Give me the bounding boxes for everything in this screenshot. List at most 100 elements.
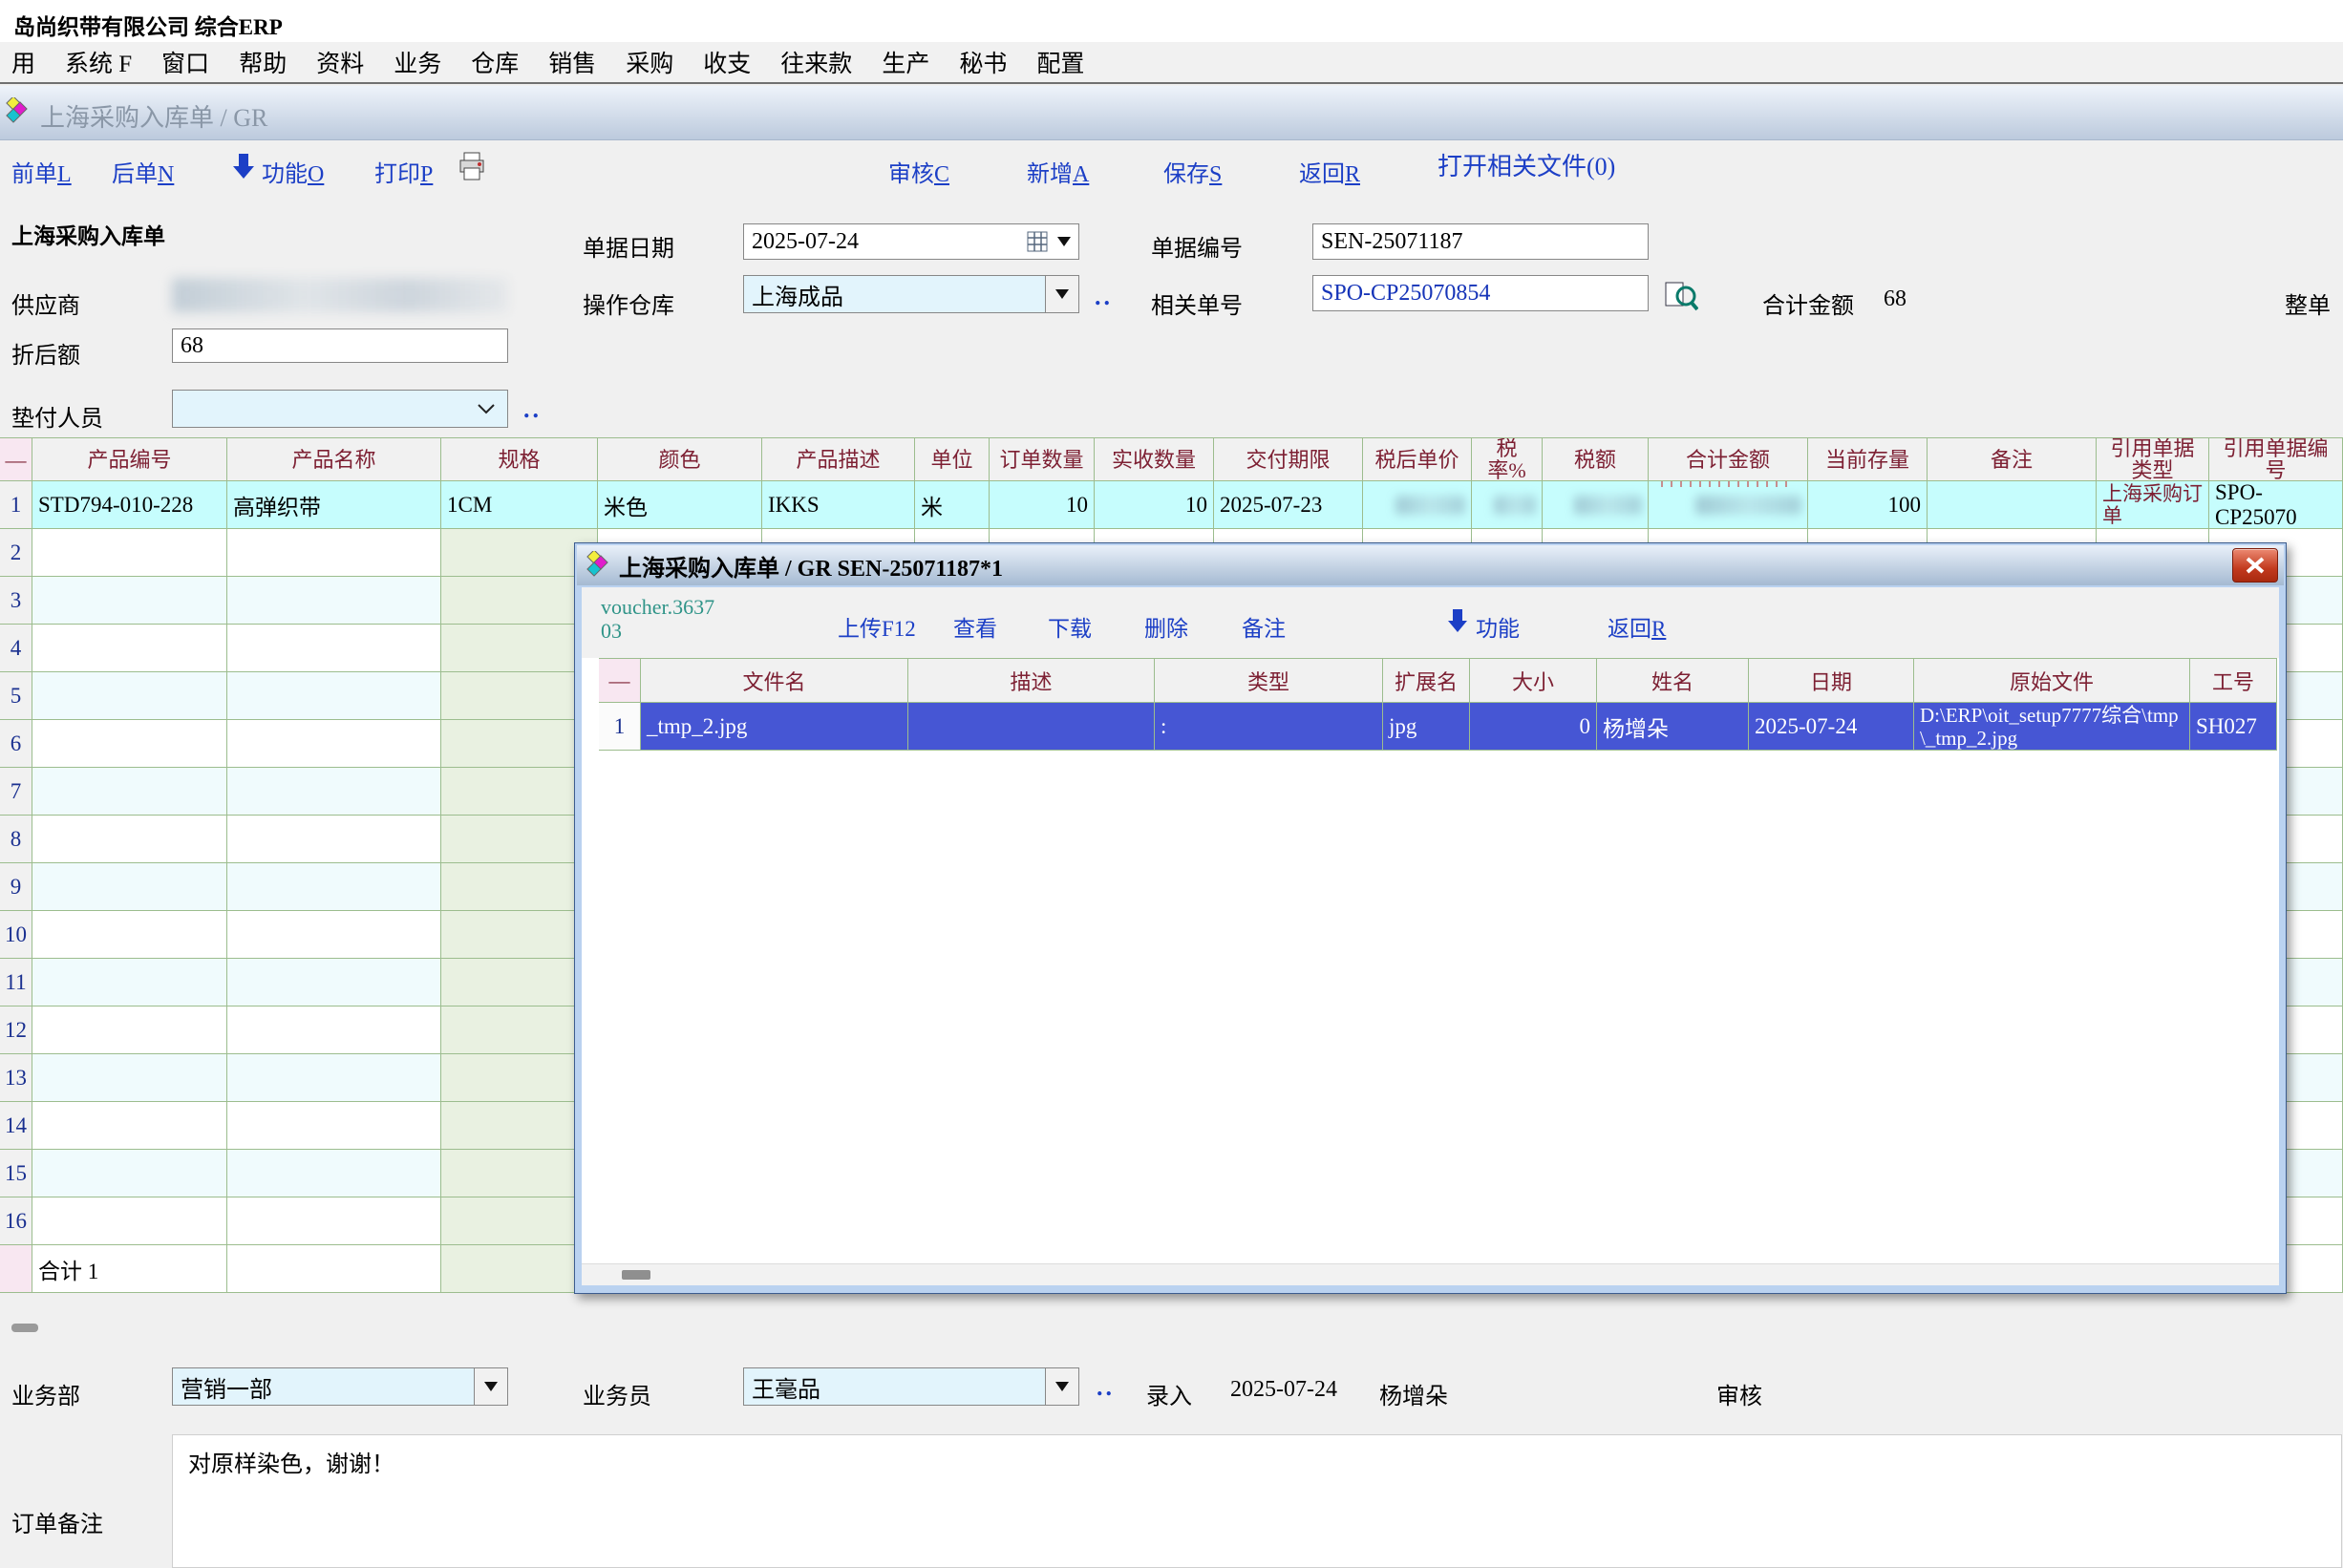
dialog-close-button[interactable] — [2232, 548, 2278, 583]
cell-price-redacted[interactable] — [1363, 481, 1472, 529]
grid-header-desc[interactable]: 产品描述 — [762, 437, 915, 481]
grid-cell[interactable] — [227, 1150, 441, 1197]
delete-button[interactable]: 删除 — [1144, 610, 1188, 643]
grid-cell[interactable] — [32, 1197, 227, 1245]
attach-header-size[interactable]: 大小 — [1470, 658, 1597, 703]
grid-cell[interactable] — [227, 959, 441, 1006]
menu-item-window[interactable]: 窗口 — [161, 45, 209, 79]
menu-item-accounts[interactable]: 往来款 — [780, 45, 852, 79]
advance-person-dropdown-button[interactable] — [465, 391, 507, 427]
cell-spec[interactable]: 1CM — [441, 481, 598, 529]
grid-cell[interactable] — [32, 863, 227, 911]
grid-cell[interactable] — [32, 577, 227, 625]
attachment-row[interactable]: 1 _tmp_2.jpg : jpg 0 杨增朵 2025-07-24 D:\E… — [599, 703, 2277, 751]
row-number-cell[interactable]: 9 — [0, 863, 32, 911]
menu-item-warehouse[interactable]: 仓库 — [471, 45, 519, 79]
cell-amount-redacted[interactable] — [1649, 481, 1808, 529]
grid-header-stock[interactable]: 当前存量 — [1808, 437, 1928, 481]
grid-cell[interactable] — [227, 863, 441, 911]
grid-cell[interactable] — [227, 768, 441, 816]
row-number-cell[interactable]: 13 — [0, 1054, 32, 1102]
attach-header-file-name[interactable]: 文件名 — [641, 658, 908, 703]
grid-cell[interactable] — [32, 768, 227, 816]
grid-header-tax-rate[interactable]: 税率% — [1472, 437, 1543, 481]
cell-product-name[interactable]: 高弹织带 — [227, 481, 441, 529]
menu-item-purchase[interactable]: 采购 — [626, 45, 673, 79]
prev-doc-button[interactable]: 前单L — [11, 155, 72, 188]
search-related-icon[interactable] — [1664, 279, 1698, 311]
grid-cell[interactable] — [32, 816, 227, 863]
cell-remark[interactable] — [1928, 481, 2097, 529]
row-number-cell[interactable]: 14 — [0, 1102, 32, 1150]
add-button[interactable]: 新增A — [1027, 155, 1089, 188]
calendar-icon[interactable] — [1027, 231, 1048, 252]
dialog-titlebar[interactable]: 上海采购入库单 / GR SEN-25071187*1 — [577, 545, 2284, 585]
grid-cell[interactable] — [227, 1006, 441, 1054]
row-number-cell[interactable]: 2 — [0, 529, 32, 577]
grid-cell[interactable] — [32, 1054, 227, 1102]
attach-ext[interactable]: jpg — [1383, 703, 1470, 751]
download-button[interactable]: 下载 — [1048, 610, 1092, 643]
scrollbar-thumb[interactable] — [622, 1270, 650, 1280]
save-button[interactable]: 保存S — [1163, 155, 1222, 188]
dialog-horizontal-scrollbar[interactable] — [582, 1263, 2279, 1285]
cell-desc[interactable]: IKKS — [762, 481, 915, 529]
grid-header-received-qty[interactable]: 实收数量 — [1095, 437, 1214, 481]
warehouse-combobox[interactable]: 上海成品 — [743, 275, 1079, 313]
menu-item-sales[interactable]: 销售 — [548, 45, 596, 79]
cell-delivery-date[interactable]: 2025-07-23 — [1214, 481, 1363, 529]
grid-cell[interactable] — [227, 911, 441, 959]
dialog-back-button[interactable]: 返回R — [1608, 610, 1666, 643]
splitter-handle[interactable] — [11, 1324, 38, 1332]
grid-cell[interactable] — [32, 625, 227, 672]
warehouse-lookup-button[interactable]: .. — [1095, 283, 1113, 311]
dialog-function-button[interactable]: 功能 — [1476, 610, 1520, 643]
menu-item-secretary[interactable]: 秘书 — [959, 45, 1007, 79]
grid-cell[interactable] — [227, 672, 441, 720]
menu-item-business[interactable]: 业务 — [394, 45, 441, 79]
row-number-cell[interactable]: 8 — [0, 816, 32, 863]
cell-color[interactable]: 米色 — [598, 481, 762, 529]
grid-header-color[interactable]: 颜色 — [598, 437, 762, 481]
grid-cell[interactable] — [227, 577, 441, 625]
grid-cell[interactable] — [227, 720, 441, 768]
salesman-combobox[interactable]: 王毫品 — [743, 1367, 1079, 1406]
cell-ref-type[interactable]: 上海采购订单 — [2097, 481, 2209, 529]
grid-header-tax-amount[interactable]: 税额 — [1543, 437, 1649, 481]
attach-header-emp-no[interactable]: 工号 — [2190, 658, 2277, 703]
grid-header-product-no[interactable]: 产品编号 — [32, 437, 227, 481]
grid-header-order-qty[interactable]: 订单数量 — [990, 437, 1095, 481]
row-number-cell[interactable]: 7 — [0, 768, 32, 816]
grid-cell[interactable] — [32, 911, 227, 959]
cell-product-no[interactable]: STD794-010-228 — [32, 481, 227, 529]
open-related-files-button[interactable]: 打开相关文件(0) — [1438, 147, 1615, 182]
warehouse-dropdown-button[interactable] — [1045, 276, 1078, 312]
back-button[interactable]: 返回R — [1299, 155, 1360, 188]
grid-cell[interactable] — [32, 959, 227, 1006]
grid-cell[interactable] — [32, 720, 227, 768]
grid-header-unit[interactable]: 单位 — [915, 437, 990, 481]
menu-item-config[interactable]: 配置 — [1036, 45, 1084, 79]
grid-header-ref-no[interactable]: 引用单据编号 — [2209, 437, 2343, 481]
attach-header-date[interactable]: 日期 — [1749, 658, 1914, 703]
cell-received-qty[interactable]: 10 — [1095, 481, 1214, 529]
attach-header-type[interactable]: 类型 — [1155, 658, 1383, 703]
cell-order-qty[interactable]: 10 — [990, 481, 1095, 529]
menu-item-common[interactable]: 用 — [11, 45, 35, 79]
cell-tax-amount-redacted[interactable] — [1543, 481, 1649, 529]
doc-date-field[interactable]: 2025-07-24 — [743, 223, 1079, 260]
menu-item-production[interactable]: 生产 — [882, 45, 929, 79]
doc-no-input[interactable] — [1312, 223, 1649, 260]
menu-item-data[interactable]: 资料 — [316, 45, 364, 79]
menu-item-payments[interactable]: 收支 — [703, 45, 751, 79]
attach-header-name[interactable]: 姓名 — [1597, 658, 1749, 703]
grid-cell[interactable] — [227, 1102, 441, 1150]
grid-header-delivery-date[interactable]: 交付期限 — [1214, 437, 1363, 481]
attach-type[interactable]: : — [1155, 703, 1383, 751]
attach-desc[interactable] — [908, 703, 1155, 751]
grid-header-remark[interactable]: 备注 — [1928, 437, 2097, 481]
cell-stock[interactable]: 100 — [1808, 481, 1928, 529]
grid-cell[interactable] — [32, 529, 227, 577]
grid-cell[interactable] — [227, 1197, 441, 1245]
attach-header-ext[interactable]: 扩展名 — [1383, 658, 1470, 703]
